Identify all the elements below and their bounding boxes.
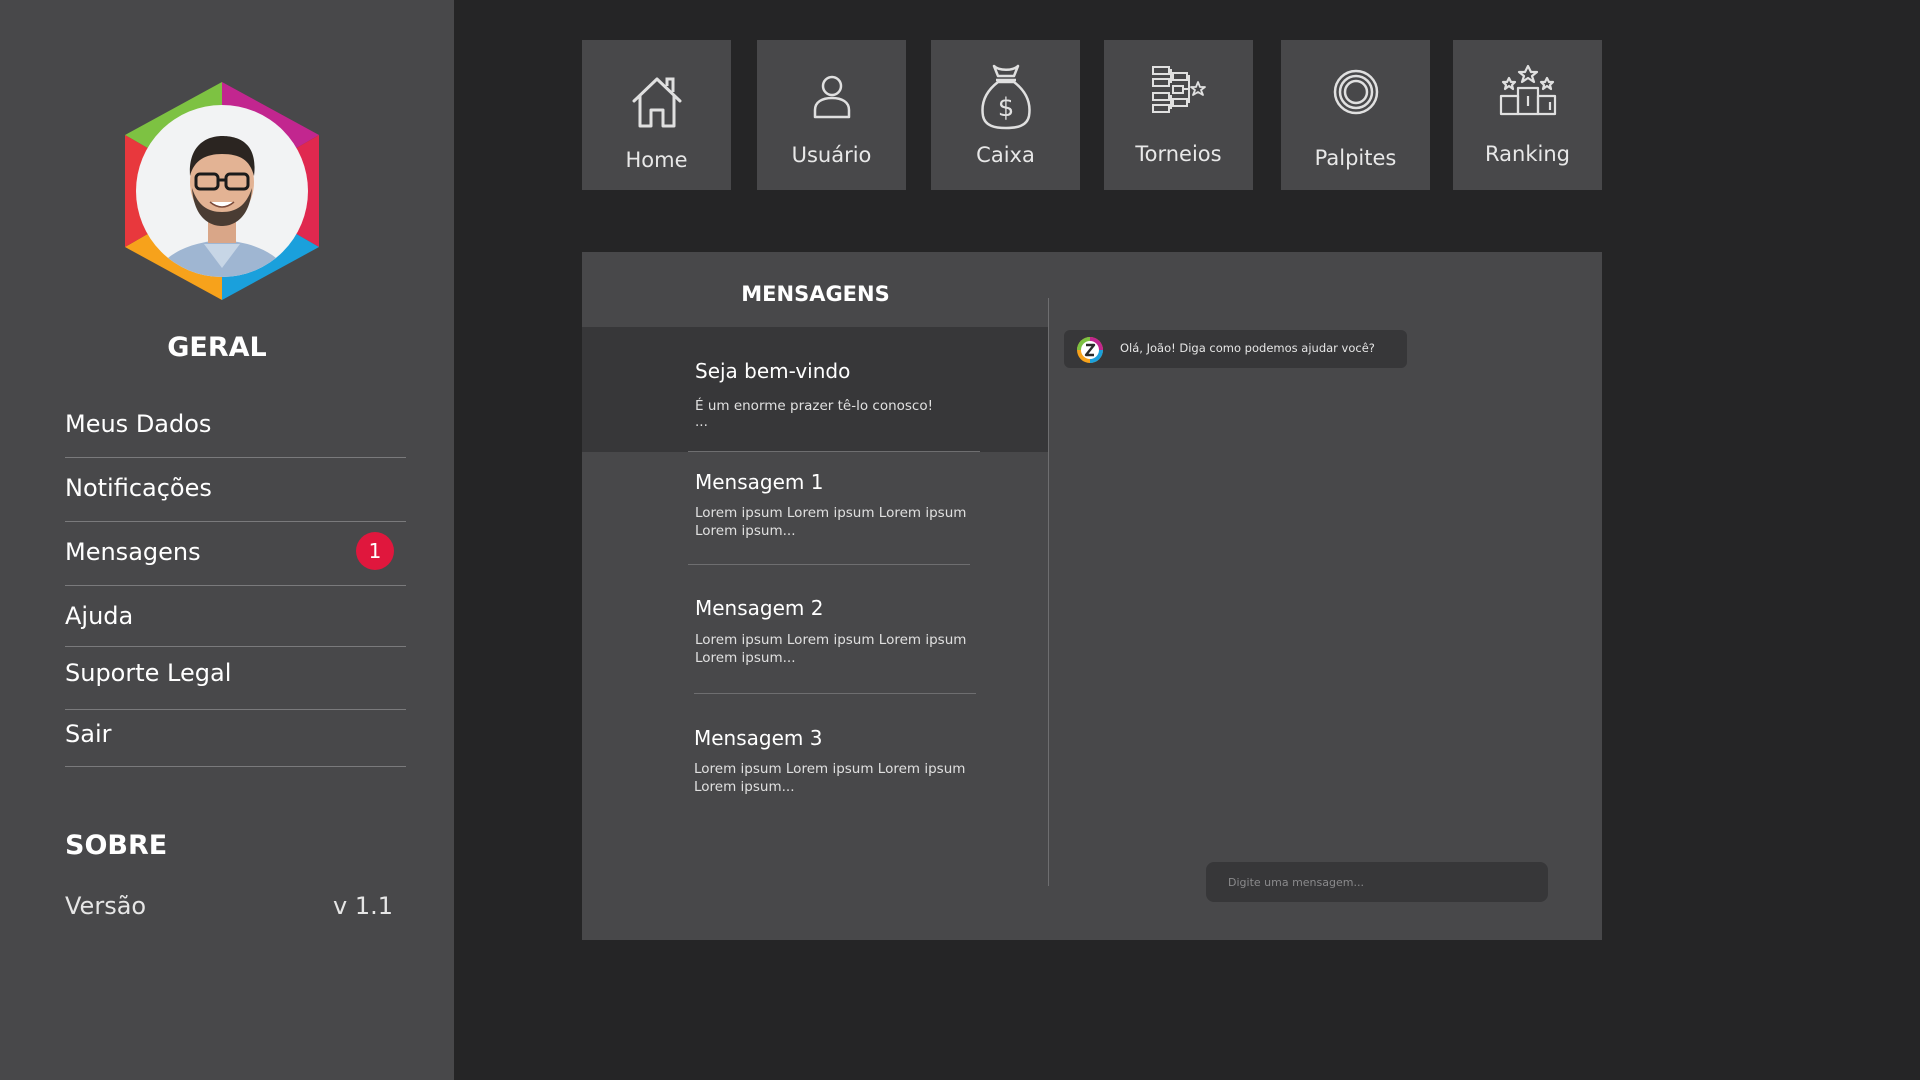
message-preview: Lorem ipsum Lorem ipsum Lorem ipsum Lore… <box>694 761 966 795</box>
message-item-2[interactable]: Mensagem 2 Lorem ipsum Lorem ipsum Lorem… <box>582 565 1048 693</box>
chat-bot-message: Olá, João! Diga como podemos ajudar você… <box>1064 330 1407 368</box>
sidebar-item-label: Mensagens <box>65 538 201 566</box>
message-title: Mensagem 3 <box>694 726 823 750</box>
unread-badge: 1 <box>356 532 394 570</box>
user-icon <box>813 75 850 119</box>
version-row: Versão v 1.1 <box>65 892 393 920</box>
message-item-1[interactable]: Mensagem 1 Lorem ipsum Lorem ipsum Lorem… <box>582 452 1048 564</box>
messages-panel: MENSAGENS Seja bem-vindo É um enorme pra… <box>582 252 1602 940</box>
nav-tile-label: Palpites <box>1314 146 1397 170</box>
sidebar: GERAL Meus Dados Notificações Mensagens … <box>0 0 454 1080</box>
sidebar-item-label: Meus Dados <box>65 410 212 438</box>
nav-tile-ranking[interactable]: Ranking <box>1453 40 1602 190</box>
nav-tile-caixa[interactable]: $ Caixa <box>931 40 1080 190</box>
message-title: Seja bem-vindo <box>695 359 851 383</box>
sidebar-item-notificacoes[interactable]: Notificações <box>65 458 406 522</box>
message-title: Mensagem 2 <box>695 596 824 620</box>
message-item-3[interactable]: Mensagem 3 Lorem ipsum Lorem ipsum Lorem… <box>582 694 1048 822</box>
messages-title: MENSAGENS <box>741 282 890 306</box>
profile-photo <box>136 105 308 277</box>
podium-icon <box>1499 64 1556 116</box>
sidebar-item-label: Suporte Legal <box>65 659 232 687</box>
target-icon <box>1333 69 1378 115</box>
sidebar-item-suporte-legal[interactable]: Suporte Legal <box>65 647 406 710</box>
version-label: Versão <box>65 892 147 920</box>
panel-divider <box>1048 298 1049 886</box>
avatar-hexagon-frame <box>125 82 319 300</box>
message-preview: Lorem ipsum Lorem ipsum Lorem ipsum Lore… <box>695 505 967 539</box>
home-icon <box>632 77 681 128</box>
chat-message-input[interactable] <box>1206 862 1548 902</box>
sidebar-item-sair[interactable]: Sair <box>65 710 406 767</box>
version-value: v 1.1 <box>333 892 393 920</box>
bot-logo-icon <box>1077 337 1103 363</box>
sidebar-menu: Meus Dados Notificações Mensagens 1 Ajud… <box>65 400 406 767</box>
sidebar-item-ajuda[interactable]: Ajuda <box>65 586 406 647</box>
message-title: Mensagem 1 <box>695 470 824 494</box>
nav-tile-label: Usuário <box>791 143 872 167</box>
nav-tile-palpites[interactable]: Palpites <box>1281 40 1430 190</box>
message-preview-more: ... <box>695 414 708 430</box>
avatar[interactable] <box>122 78 322 304</box>
nav-tile-label: Home <box>625 148 688 172</box>
message-item-welcome[interactable]: Seja bem-vindo É um enorme prazer tê-lo … <box>582 327 1048 452</box>
sidebar-item-label: Notificações <box>65 474 212 502</box>
sidebar-item-mensagens[interactable]: Mensagens 1 <box>65 522 406 586</box>
sidebar-item-meus-dados[interactable]: Meus Dados <box>65 400 406 458</box>
message-preview: Lorem ipsum Lorem ipsum Lorem ipsum Lore… <box>695 632 967 666</box>
nav-tile-label: Torneios <box>1135 142 1222 166</box>
sobre-title: SOBRE <box>65 830 168 861</box>
nav-tile-usuario[interactable]: Usuário <box>757 40 906 190</box>
nav-tile-home[interactable]: Home <box>582 40 731 190</box>
nav-tile-label: Ranking <box>1485 142 1570 166</box>
sidebar-item-label: Ajuda <box>65 602 134 630</box>
nav-tile-label: Caixa <box>976 143 1035 167</box>
nav-tile-torneios[interactable]: Torneios <box>1104 40 1253 190</box>
sidebar-item-label: Sair <box>65 720 112 748</box>
chat-bot-message-text: Olá, João! Diga como podemos ajudar você… <box>1120 341 1375 355</box>
money-bag-icon: $ <box>980 64 1031 130</box>
bracket-icon <box>1151 66 1206 113</box>
svg-text:$: $ <box>997 93 1014 123</box>
geral-title: GERAL <box>167 332 267 363</box>
